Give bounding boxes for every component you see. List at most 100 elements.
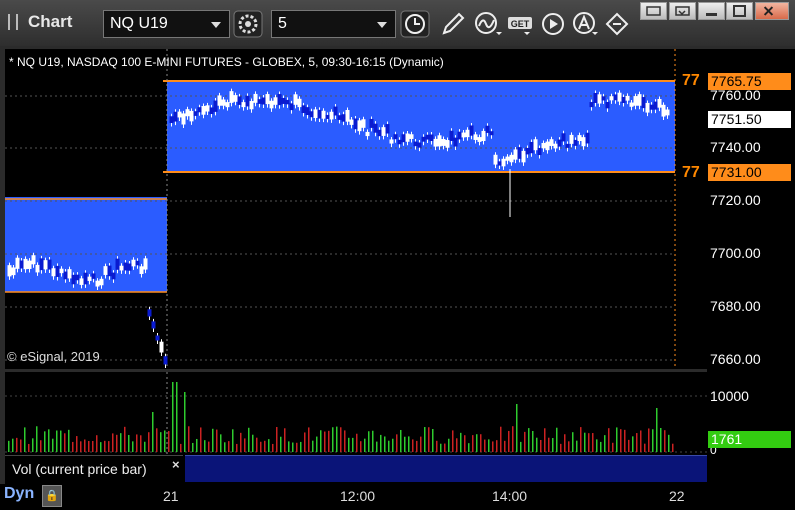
price-tick-2: 7720.00 — [710, 192, 761, 208]
volume-bar — [628, 439, 630, 452]
volume-plot[interactable] — [5, 372, 707, 455]
drag-grip-icon[interactable] — [8, 14, 18, 30]
get-button[interactable]: GET — [506, 10, 536, 38]
volume-bar — [148, 432, 150, 452]
candle-body — [337, 115, 342, 120]
candle-body — [365, 131, 370, 137]
candle-body — [369, 118, 374, 128]
price-chart[interactable]: * NQ U19, NASDAQ 100 E-MINI FUTURES - GL… — [5, 49, 707, 369]
candle-body — [573, 139, 578, 146]
candle-body — [281, 97, 286, 104]
volume-bar — [564, 434, 566, 452]
candle-body — [159, 341, 164, 353]
volume-bar — [568, 441, 570, 452]
volume-pane[interactable]: Vol (current price bar) × — [5, 372, 707, 484]
settings-button[interactable] — [233, 10, 263, 38]
candle-body — [601, 96, 606, 101]
volume-bar — [216, 429, 218, 452]
volume-bar — [132, 441, 134, 452]
candle-body — [589, 102, 594, 108]
volume-bar — [640, 430, 642, 452]
last-price-tag: 7751.50 — [708, 111, 791, 128]
maximize-icon — [733, 5, 746, 17]
candle-body — [497, 161, 502, 166]
play-button[interactable] — [539, 10, 569, 38]
volume-bar — [540, 439, 542, 452]
range-high-price-tag: 7765.75 — [708, 73, 791, 90]
volume-bar — [152, 412, 154, 452]
volume-bar — [56, 430, 58, 452]
candle-body — [87, 276, 92, 281]
volume-bar — [204, 440, 206, 452]
volume-bar — [24, 427, 26, 452]
lock-icon[interactable]: 🔒 — [42, 485, 62, 507]
candle-body — [67, 269, 72, 279]
volume-bar — [140, 435, 142, 452]
price-plot[interactable] — [5, 49, 707, 369]
volume-bar — [468, 443, 470, 452]
studies-button[interactable] — [472, 10, 502, 38]
candle-body — [429, 134, 434, 141]
volume-bar — [308, 427, 310, 452]
volume-bar — [164, 430, 166, 452]
candle-body — [305, 107, 310, 116]
svg-text:GET: GET — [511, 19, 530, 29]
restore-button[interactable] — [669, 2, 696, 20]
candle-body — [139, 266, 144, 274]
interval-combo[interactable]: 5 — [271, 10, 396, 38]
window-menu-button[interactable] — [640, 2, 667, 20]
maximize-button[interactable] — [726, 2, 753, 20]
volume-bar — [288, 441, 290, 452]
volume-bar — [108, 441, 110, 452]
candle-body — [59, 268, 64, 274]
candle-body — [345, 109, 350, 122]
candle-body — [489, 131, 494, 136]
minimize-button[interactable] — [698, 2, 725, 20]
link-button[interactable] — [603, 10, 633, 38]
volume-bar — [360, 441, 362, 452]
draw-tool-button[interactable] — [438, 10, 468, 38]
candle-body — [373, 123, 378, 133]
volume-study-label[interactable]: Vol (current price bar) — [5, 455, 183, 481]
price-axis[interactable]: 7760.00 7740.00 7720.00 7700.00 7680.00 7660.… — [707, 49, 795, 484]
copyright-text: © eSignal, 2019 — [7, 349, 100, 364]
close-button[interactable] — [755, 2, 789, 20]
time-axis[interactable]: Dyn 🔒 21 12:00 14:00 22 — [0, 484, 795, 510]
volume-bar — [28, 443, 30, 452]
volume-bar — [644, 443, 646, 452]
price-tick-5: 7660.00 — [710, 351, 761, 367]
volume-bar — [276, 426, 278, 452]
candle-body — [241, 102, 246, 108]
alert-button[interactable] — [570, 10, 600, 38]
candle-body — [505, 156, 510, 161]
volume-bar — [336, 426, 338, 452]
candle-body — [385, 124, 390, 134]
volume-bar — [440, 443, 442, 452]
volume-bar — [524, 431, 526, 452]
volume-bar — [272, 443, 274, 452]
candle-body — [417, 142, 422, 148]
dynamic-mode-label[interactable]: Dyn — [4, 485, 34, 503]
volume-bar — [16, 437, 18, 452]
volume-bar — [168, 431, 170, 452]
candle-body — [103, 266, 108, 275]
time-tick-21: 21 — [163, 488, 179, 504]
symbol-combo[interactable]: NQ U19 — [103, 10, 230, 38]
candle-body — [31, 255, 36, 265]
volume-bar — [512, 426, 514, 452]
volume-bar — [120, 433, 122, 452]
volume-bar — [476, 434, 478, 452]
volume-bar — [528, 428, 530, 452]
volume-bar — [436, 440, 438, 452]
volume-bar — [588, 433, 590, 452]
volume-bar — [416, 440, 418, 452]
volume-bar — [116, 434, 118, 452]
candle-body — [293, 94, 298, 105]
candle-body — [593, 93, 598, 103]
close-study-icon[interactable]: × — [172, 457, 180, 472]
candle-body — [189, 110, 194, 122]
time-button[interactable] — [400, 10, 430, 38]
candle-body — [201, 106, 206, 115]
candle-body — [577, 135, 582, 142]
volume-bar — [424, 427, 426, 452]
